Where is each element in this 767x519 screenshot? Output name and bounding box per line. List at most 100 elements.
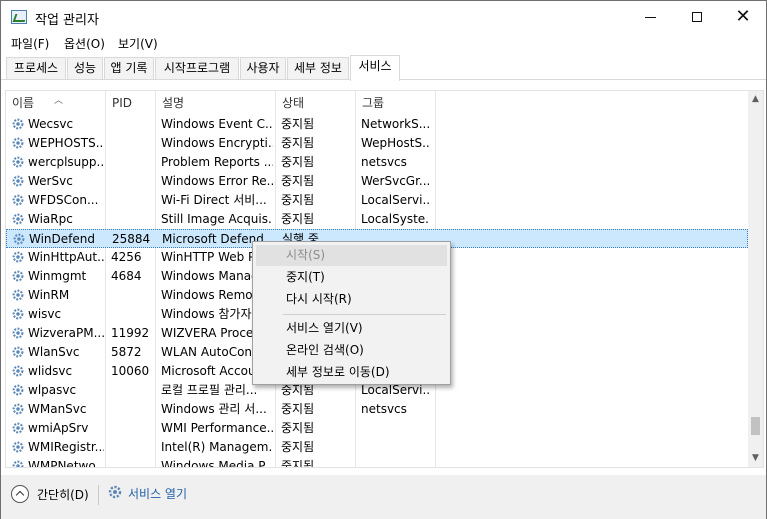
context-menu: 시작(S) 중지(T) 다시 시작(R) 서비스 열기(V) 온라인 검색(O)… xyxy=(252,241,451,385)
column-header-group[interactable]: 그룹 xyxy=(356,91,436,115)
service-name: WFDSCon... xyxy=(28,193,99,207)
column-header-description[interactable]: 설명 xyxy=(156,91,276,115)
service-gear-icon xyxy=(12,156,24,168)
service-pid: 4684 xyxy=(111,269,142,283)
tab-details[interactable]: 세부 정보 xyxy=(287,57,349,79)
scroll-up-icon[interactable]: ▲ xyxy=(748,91,763,108)
service-group: netsvcs xyxy=(361,402,407,416)
service-pid: 10060 xyxy=(111,364,150,378)
table-row[interactable]: wercplsupp... Problem Reports ... 중지됨 netsv… xyxy=(6,153,748,172)
service-gear-icon xyxy=(12,213,24,225)
service-pid: 25884 xyxy=(112,232,151,246)
service-description: Windows Media P... xyxy=(161,459,273,468)
service-status: 중지됨 xyxy=(281,402,315,416)
service-gear-icon xyxy=(12,175,24,187)
context-separator xyxy=(283,314,446,315)
tab-app-history[interactable]: 앱 기록 xyxy=(104,57,154,79)
table-row[interactable]: WMIRegistr... Intel(R) Managem... 중지됨 xyxy=(6,438,748,457)
service-gear-icon xyxy=(12,118,24,130)
tab-processes[interactable]: 프로세스 xyxy=(6,57,66,79)
window-title: 작업 관리자 xyxy=(35,13,99,28)
fewer-details-icon[interactable] xyxy=(11,485,29,503)
service-name: WEPHOSTS... xyxy=(28,136,104,150)
minimize-button[interactable] xyxy=(628,1,674,33)
service-status: 중지됨 xyxy=(281,459,315,468)
service-status: 중지됨 xyxy=(281,193,315,207)
service-pid: 5872 xyxy=(111,345,142,359)
service-gear-icon xyxy=(12,270,24,282)
service-name: WinDefend xyxy=(29,232,95,246)
context-restart[interactable]: 다시 시작(R) xyxy=(256,289,447,310)
context-open-services[interactable]: 서비스 열기(V) xyxy=(256,318,447,339)
service-description: Windows Event C... xyxy=(161,117,273,131)
service-name: Winmgmt xyxy=(28,269,87,283)
table-row[interactable]: WManSvc Windows 관리 서... 중지됨 netsvcs xyxy=(6,400,748,419)
service-name: WinRM xyxy=(28,288,70,302)
maximize-button[interactable] xyxy=(674,1,720,33)
scroll-down-icon[interactable]: ▼ xyxy=(748,450,763,467)
table-row[interactable]: WFDSCon... Wi-Fi Direct 서비... 중지됨 LocalServ… xyxy=(6,191,748,210)
service-gear-icon xyxy=(12,137,24,149)
service-name: WizveraPM... xyxy=(28,326,104,340)
service-name: wmiApSrv xyxy=(28,421,89,435)
table-row[interactable]: WiaRpc Still Image Acquis... 중지됨 LocalSyste… xyxy=(6,210,748,229)
close-button[interactable]: ✕ xyxy=(720,1,766,33)
service-description: Windows 관리 서... xyxy=(161,402,267,416)
context-search-online[interactable]: 온라인 검색(O) xyxy=(256,340,447,361)
table-row[interactable]: WEPHOSTS... Windows Encrypti... 중지됨 WepHost… xyxy=(6,134,748,153)
minimize-icon xyxy=(645,17,656,18)
service-gear-icon xyxy=(12,460,24,467)
service-gear-icon xyxy=(12,194,24,206)
column-header-status[interactable]: 상태 xyxy=(276,91,356,115)
context-start[interactable]: 시작(S) xyxy=(256,245,447,266)
close-icon: ✕ xyxy=(735,6,751,27)
service-name: WerSvc xyxy=(28,174,73,188)
menu-view[interactable]: 보기(V) xyxy=(118,35,158,52)
service-description: WMI Performance... xyxy=(161,421,273,435)
context-go-to-details[interactable]: 세부 정보로 이동(D) xyxy=(256,362,447,383)
column-header-pid[interactable]: PID xyxy=(106,91,156,115)
service-description: Windows Error Re... xyxy=(161,174,273,188)
fewer-details-button[interactable]: 간단히(D) xyxy=(37,486,89,503)
table-row[interactable]: wmiApSrv WMI Performance... 중지됨 xyxy=(6,419,748,438)
menu-file[interactable]: 파일(F) xyxy=(11,35,49,52)
service-name: wisvc xyxy=(28,307,62,321)
service-status: 중지됨 xyxy=(281,174,315,188)
list-header: 이름 ︿ PID 설명 상태 그룹 xyxy=(6,91,748,115)
table-row[interactable]: Wecsvc Windows Event C... 중지됨 NetworkS... xyxy=(6,115,748,134)
service-gear-icon xyxy=(12,289,24,301)
context-stop[interactable]: 중지(T) xyxy=(256,267,447,288)
service-description: Still Image Acquis... xyxy=(161,212,273,226)
service-name: WMPNetwo... xyxy=(28,459,104,468)
service-group: netsvcs xyxy=(361,155,407,169)
service-name: wlpasvc xyxy=(28,383,77,397)
vertical-scrollbar[interactable]: ▲ ▼ xyxy=(748,91,763,467)
service-status: 중지됨 xyxy=(281,117,315,131)
service-name: wercplsupp... xyxy=(28,155,104,169)
open-services-link[interactable]: 서비스 열기 xyxy=(128,485,187,502)
tab-performance[interactable]: 성능 xyxy=(67,57,103,79)
service-gear-icon xyxy=(12,422,24,434)
table-row[interactable]: WMPNetwo... Windows Media P... 중지됨 xyxy=(6,457,748,468)
service-status: 중지됨 xyxy=(281,421,315,435)
scrollbar-thumb[interactable] xyxy=(751,417,760,435)
menu-options[interactable]: 옵션(O) xyxy=(64,35,105,52)
service-gear-icon xyxy=(13,233,25,245)
tab-services[interactable]: 서비스 xyxy=(350,55,400,81)
task-manager-icon xyxy=(11,10,27,24)
title-bar[interactable]: 작업 관리자 ✕ xyxy=(1,1,766,33)
tab-strip: 프로세스 성능 앱 기록 시작프로그램 사용자 세부 정보 서비스 xyxy=(1,55,766,81)
service-name: WiaRpc xyxy=(28,212,73,226)
table-row[interactable]: WerSvc Windows Error Re... 중지됨 WerSvcGr... xyxy=(6,172,748,191)
task-manager-window: 작업 관리자 ✕ 파일(F) 옵션(O) 보기(V) 프로세스 성능 앱 기록 … xyxy=(0,0,767,519)
tab-startup[interactable]: 시작프로그램 xyxy=(155,57,239,79)
service-pid: 4256 xyxy=(111,250,142,264)
service-name: wlidsvc xyxy=(28,364,73,378)
tab-users[interactable]: 사용자 xyxy=(240,57,286,79)
maximize-icon xyxy=(692,12,702,22)
service-gear-icon xyxy=(12,346,24,358)
column-header-name[interactable]: 이름 ︿ xyxy=(6,91,106,115)
service-group: LocalSyste... xyxy=(361,212,429,226)
service-gear-icon xyxy=(12,251,24,263)
service-gear-icon xyxy=(12,365,24,377)
